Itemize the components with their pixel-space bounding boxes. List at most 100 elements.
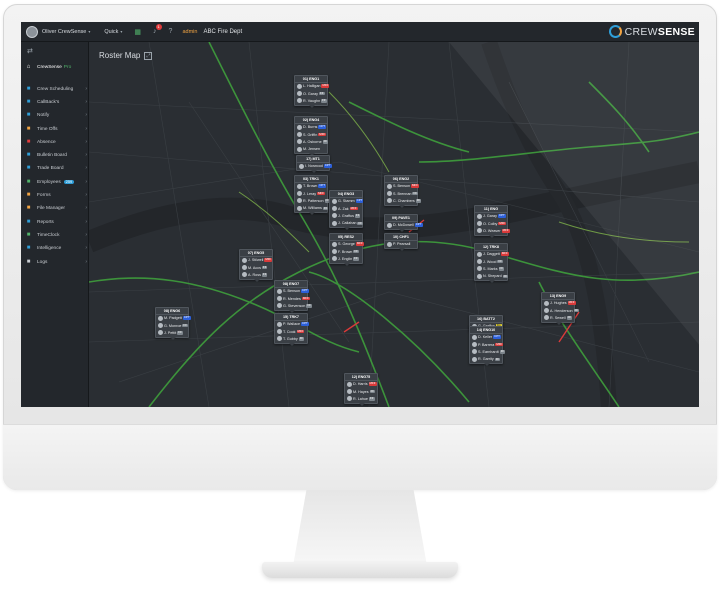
crew-member[interactable]: T. Brown CPT: [295, 183, 327, 190]
member-avatar: [157, 323, 163, 329]
crew-member[interactable]: S. Brennan FF: [385, 190, 418, 197]
sidebar-item-trade-board[interactable]: ■ Trade Board ›: [25, 165, 87, 171]
roster-card[interactable]: 09) PAVE1 D. McDowell CPT: [384, 214, 423, 232]
crew-member[interactable]: M. Jensen: [295, 146, 327, 153]
crew-member[interactable]: G. Stevenson FF: [275, 302, 312, 309]
fullscreen-icon[interactable]: ⤢: [144, 51, 153, 60]
sidebar-home[interactable]: ⌂ CrewSense Pro: [25, 64, 89, 70]
rank-badge: FF: [412, 190, 418, 196]
sidebar-item-employees[interactable]: ■ Employees 259 ›: [25, 179, 87, 185]
calendar-icon[interactable]: ▦: [134, 28, 141, 36]
chevron-right-icon: ›: [85, 205, 87, 211]
roster-card[interactable]: 17) MT1 I. Norwood CPT: [296, 155, 332, 173]
sidebar-item-file-manager[interactable]: ■ File Manager ›: [25, 205, 87, 211]
roster-card[interactable]: 12) ENG75 D. Harris MFF M. Hayes FF R. Lahue F…: [344, 373, 378, 406]
notification-bell[interactable]: ♪ 1: [153, 24, 162, 35]
roster-card[interactable]: 08) ENG7 S. Benson CPT R. Mendes MFF G. Steve…: [274, 280, 312, 313]
crew-member[interactable]: J. Graffus FF: [330, 212, 362, 219]
sidebar-item-timeclock[interactable]: ■ TimeClock ›: [25, 232, 87, 238]
sidebar-toggle-icon[interactable]: ⇄: [27, 47, 33, 55]
crew-member[interactable]: T. Gubby FF: [275, 335, 307, 342]
crew-member[interactable]: D. Harris MFF: [345, 381, 377, 388]
sidebar-item-time-offs[interactable]: ■ Time Offs ›: [25, 126, 87, 132]
crew-member[interactable]: R. Mendes MFF: [275, 295, 310, 302]
crew-member[interactable]: R. Vaughn FF: [295, 97, 327, 104]
crew-member[interactable]: M. Williams FF: [295, 205, 329, 212]
crew-member[interactable]: D. McDowell CPT: [385, 222, 423, 229]
crew-member[interactable]: A. Osborne FF: [295, 138, 329, 145]
sidebar-item-label: Intelligence: [37, 245, 62, 251]
crew-member[interactable]: O. Garay FF: [295, 90, 327, 97]
sidebar-item-reports[interactable]: ■ Reports ›: [25, 219, 87, 225]
crew-member[interactable]: R. Patterson FF: [295, 197, 331, 204]
roster-card[interactable]: 05) RES2 S. George MFF F. Brown FF J. Englin F…: [329, 233, 364, 266]
crew-member[interactable]: A. Ross FF: [240, 271, 272, 278]
roster-card[interactable]: 03) TRK1 T. Brown CPT J. Leray MFF R. Patters…: [294, 175, 331, 216]
roster-map[interactable]: Roster Map ⤢ 01) ENG1 L. Halligan MFF O. Ga…: [89, 42, 699, 407]
crew-member[interactable]: C. Chambers FF: [385, 197, 422, 204]
sidebar-item-forms[interactable]: ■ Forms ›: [25, 192, 87, 198]
member-avatar: [241, 265, 247, 271]
crew-member[interactable]: G. Stamm CPT: [330, 198, 364, 205]
crew-member[interactable]: J. Pettit FF: [156, 329, 188, 336]
rank-badge: FF: [182, 322, 188, 328]
member-avatar: [346, 381, 352, 387]
crew-member[interactable]: T. Cook MFF: [275, 328, 307, 335]
crew-member[interactable]: J. Callahan FF: [330, 220, 363, 227]
user-avatar[interactable]: [26, 25, 38, 38]
sidebar-item-crew-scheduling[interactable]: ■ Crew Scheduling ›: [25, 86, 87, 92]
crew-member[interactable]: F. Brown FF: [330, 248, 362, 255]
sidebar-item-absence[interactable]: ■ Absence ›: [25, 139, 87, 145]
roster-card[interactable]: 02) ENG4 D. Burns CPT S. Griffin MFF A. Osbor…: [294, 116, 329, 157]
crew-member[interactable]: M. Accs FF: [240, 264, 272, 271]
user-menu[interactable]: Oliver CrewSense: [42, 29, 86, 35]
chevron-right-icon: ›: [85, 139, 87, 145]
crew-member[interactable]: R. Lahue FF: [345, 395, 377, 402]
log-icon: ■: [26, 259, 31, 265]
rank-badge: FF: [318, 90, 325, 96]
sidebar-item-bulletin-board[interactable]: ■ Bulletin Board ›: [25, 152, 87, 158]
quick-menu[interactable]: Quick: [104, 29, 118, 35]
crew-member[interactable]: J. Stilwell MFF: [240, 257, 273, 264]
chevron-right-icon: ›: [85, 192, 87, 198]
member-name: S. Benson: [393, 184, 411, 189]
crew-member[interactable]: P. Pearsall: [385, 241, 417, 248]
crew-member[interactable]: M. Padgett CPT: [156, 315, 191, 322]
sidebar-item-callback-s[interactable]: ■ CallBack's ›: [25, 99, 87, 105]
crew-member[interactable]: I. Norwood CPT: [297, 163, 332, 170]
member-name: I. Norwood: [305, 164, 323, 169]
member-name: J. Callahan: [338, 221, 357, 226]
crew-member[interactable]: G. Monroe FF: [156, 322, 188, 329]
roster-card[interactable]: 04) ENG3 G. Stamm CPT A. Zak MFF J. Graffus FF…: [329, 190, 364, 231]
monitor-base: [262, 562, 458, 578]
crew-member[interactable]: D. Burns CPT: [295, 124, 327, 131]
sidebar-item-intelligence[interactable]: ■ Intelligence ›: [25, 245, 87, 251]
help-icon[interactable]: ?: [169, 28, 173, 35]
member-name: S. Griffin: [303, 132, 318, 137]
roster-card[interactable]: 01) ENG1 L. Halligan MFF O. Garay FF R. Vaugh…: [294, 75, 330, 108]
chevron-right-icon: ›: [85, 245, 87, 251]
crew-member[interactable]: L. Halligan MFF: [295, 83, 330, 90]
member-name: J. Englin: [338, 256, 353, 261]
crew-member[interactable]: J. Englin FF: [330, 255, 362, 262]
crew-member[interactable]: S. Griffin MFF: [295, 131, 327, 138]
roster-card[interactable]: 06) ENG2 S. Benson MFF S. Brennan FF C. Chamb…: [384, 175, 422, 208]
crew-member[interactable]: S. Benson MFF: [385, 183, 419, 190]
member-name: T. Brown: [303, 184, 318, 189]
crew-member[interactable]: J. Leray MFF: [295, 190, 327, 197]
roster-card[interactable]: 15) TRK7 P. Wallace CPT T. Cook MFF T. Gubby F…: [274, 313, 309, 346]
sidebar-item-notify[interactable]: ■ Notify ›: [25, 112, 87, 118]
crew-member[interactable]: S. George MFF: [330, 241, 364, 248]
crew-member[interactable]: S. Benson CPT: [275, 288, 309, 295]
crew-member[interactable]: P. Wallace CPT: [275, 321, 309, 328]
member-name: R. Mendes: [283, 296, 301, 301]
member-name: J. Leray: [303, 191, 317, 196]
crew-member[interactable]: A. Zak MFF: [330, 205, 362, 212]
sidebar-item-logs[interactable]: ■ Logs ›: [25, 259, 87, 265]
roster-card[interactable]: 08) ENG6 M. Padgett CPT G. Monroe FF J. Petti…: [155, 307, 191, 340]
rank-badge: FF: [354, 213, 361, 218]
roster-card[interactable]: 07) ENG5 J. Stilwell MFF M. Accs FF A. Ross FF: [239, 249, 273, 282]
page-title-text: Roster Map: [99, 51, 141, 60]
crew-member[interactable]: M. Hayes FF: [345, 388, 377, 395]
roster-card[interactable]: 10) CHF1 P. Pearsall: [384, 233, 418, 251]
